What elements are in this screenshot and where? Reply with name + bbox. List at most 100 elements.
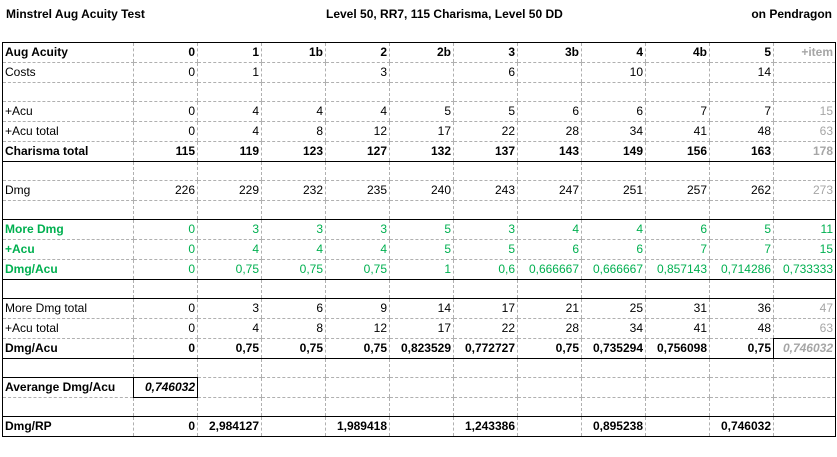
value-cell[interactable] xyxy=(261,416,326,437)
value-cell[interactable]: 4 xyxy=(517,219,582,240)
average-value-cell[interactable]: 0,746032 xyxy=(133,377,198,398)
empty-cell[interactable] xyxy=(709,200,774,220)
value-cell[interactable]: 14 xyxy=(709,62,774,83)
value-cell[interactable] xyxy=(261,62,326,83)
empty-cell[interactable] xyxy=(325,279,390,299)
value-cell[interactable]: 41 xyxy=(645,121,710,142)
value-cell[interactable]: 251 xyxy=(581,180,646,201)
empty-cell[interactable] xyxy=(325,82,390,102)
value-cell[interactable]: 22 xyxy=(453,121,518,142)
value-cell[interactable] xyxy=(773,416,836,437)
empty-cell[interactable] xyxy=(517,200,582,220)
empty-cell[interactable] xyxy=(389,200,454,220)
value-cell[interactable]: 1,243386 xyxy=(453,416,518,437)
value-cell[interactable]: 1 xyxy=(389,259,454,280)
empty-cell[interactable] xyxy=(133,358,198,378)
value-cell[interactable]: 0,733333 xyxy=(773,259,836,280)
value-cell[interactable] xyxy=(389,416,454,437)
value-cell[interactable]: 3 xyxy=(325,219,390,240)
value-cell[interactable]: 127 xyxy=(325,141,390,162)
value-cell[interactable]: 4 xyxy=(197,318,262,339)
empty-cell[interactable] xyxy=(2,200,134,220)
value-cell[interactable]: 0,772727 xyxy=(453,338,518,359)
empty-cell[interactable] xyxy=(517,377,582,398)
empty-cell[interactable] xyxy=(581,397,646,417)
row-label[interactable]: +Acu total xyxy=(2,121,134,142)
value-cell[interactable]: 9 xyxy=(325,298,390,319)
row-label[interactable]: More Dmg total xyxy=(2,298,134,319)
value-cell[interactable]: 0,75 xyxy=(517,338,582,359)
empty-cell[interactable] xyxy=(389,358,454,378)
value-cell[interactable]: 63 xyxy=(773,121,836,142)
value-cell[interactable]: 15 xyxy=(773,101,836,122)
row-label[interactable]: Charisma total xyxy=(2,141,134,162)
row-label[interactable]: Dmg/Acu xyxy=(2,259,134,280)
value-cell[interactable]: 0,746032 xyxy=(709,416,774,437)
value-cell[interactable]: 273 xyxy=(773,180,836,201)
empty-cell[interactable] xyxy=(517,279,582,299)
value-cell[interactable]: 0,735294 xyxy=(581,338,646,359)
empty-cell[interactable] xyxy=(773,397,836,417)
row-label[interactable]: +Acu xyxy=(2,239,134,260)
value-cell[interactable]: 4 xyxy=(325,101,390,122)
value-cell[interactable]: 22 xyxy=(453,318,518,339)
value-cell[interactable]: 243 xyxy=(453,180,518,201)
value-cell[interactable]: 34 xyxy=(581,318,646,339)
value-cell[interactable]: 235 xyxy=(325,180,390,201)
value-cell[interactable]: 5 xyxy=(709,219,774,240)
value-cell[interactable]: 0,714286 xyxy=(709,259,774,280)
empty-cell[interactable] xyxy=(197,82,262,102)
value-cell[interactable]: 7 xyxy=(709,101,774,122)
empty-cell[interactable] xyxy=(133,200,198,220)
value-cell[interactable]: 25 xyxy=(581,298,646,319)
value-cell[interactable]: 0,75 xyxy=(261,338,326,359)
row-label[interactable]: More Dmg xyxy=(2,219,134,240)
value-cell[interactable]: 28 xyxy=(517,121,582,142)
empty-cell[interactable] xyxy=(2,82,134,102)
empty-cell[interactable] xyxy=(261,358,326,378)
empty-cell[interactable] xyxy=(261,200,326,220)
value-cell[interactable] xyxy=(517,416,582,437)
empty-cell[interactable] xyxy=(453,397,518,417)
value-cell[interactable]: 0,666667 xyxy=(517,259,582,280)
empty-cell[interactable] xyxy=(645,82,710,102)
value-cell[interactable]: 4 xyxy=(581,42,646,63)
value-cell[interactable]: 262 xyxy=(709,180,774,201)
value-cell[interactable]: 0,75 xyxy=(197,338,262,359)
value-cell[interactable]: 119 xyxy=(197,141,262,162)
empty-cell[interactable] xyxy=(2,161,134,181)
value-cell[interactable]: 163 xyxy=(709,141,774,162)
empty-cell[interactable] xyxy=(645,397,710,417)
empty-cell[interactable] xyxy=(197,200,262,220)
value-cell[interactable]: 6 xyxy=(453,62,518,83)
value-cell[interactable]: 15 xyxy=(773,239,836,260)
value-cell[interactable]: 3 xyxy=(197,298,262,319)
row-label[interactable]: Costs xyxy=(2,62,134,83)
empty-cell[interactable] xyxy=(645,161,710,181)
empty-cell[interactable] xyxy=(581,82,646,102)
empty-cell[interactable] xyxy=(581,161,646,181)
value-cell[interactable]: 240 xyxy=(389,180,454,201)
empty-cell[interactable] xyxy=(133,397,198,417)
empty-cell[interactable] xyxy=(389,377,454,398)
value-cell[interactable]: 5 xyxy=(453,101,518,122)
value-cell[interactable]: 5 xyxy=(389,101,454,122)
value-cell[interactable]: 4b xyxy=(645,42,710,63)
value-cell[interactable]: 7 xyxy=(645,239,710,260)
value-cell[interactable]: 137 xyxy=(453,141,518,162)
empty-cell[interactable] xyxy=(709,82,774,102)
row-label[interactable]: +Acu xyxy=(2,101,134,122)
value-cell[interactable]: 3 xyxy=(453,219,518,240)
empty-cell[interactable] xyxy=(261,377,326,398)
empty-cell[interactable] xyxy=(581,279,646,299)
value-cell[interactable]: 0,75 xyxy=(261,259,326,280)
empty-cell[interactable] xyxy=(709,377,774,398)
value-cell[interactable]: 3 xyxy=(453,42,518,63)
empty-cell[interactable] xyxy=(645,377,710,398)
value-cell[interactable]: 115 xyxy=(133,141,198,162)
value-cell[interactable]: 0,895238 xyxy=(581,416,646,437)
empty-cell[interactable] xyxy=(773,161,836,181)
empty-cell[interactable] xyxy=(389,397,454,417)
value-cell[interactable]: 6 xyxy=(581,101,646,122)
empty-cell[interactable] xyxy=(581,200,646,220)
